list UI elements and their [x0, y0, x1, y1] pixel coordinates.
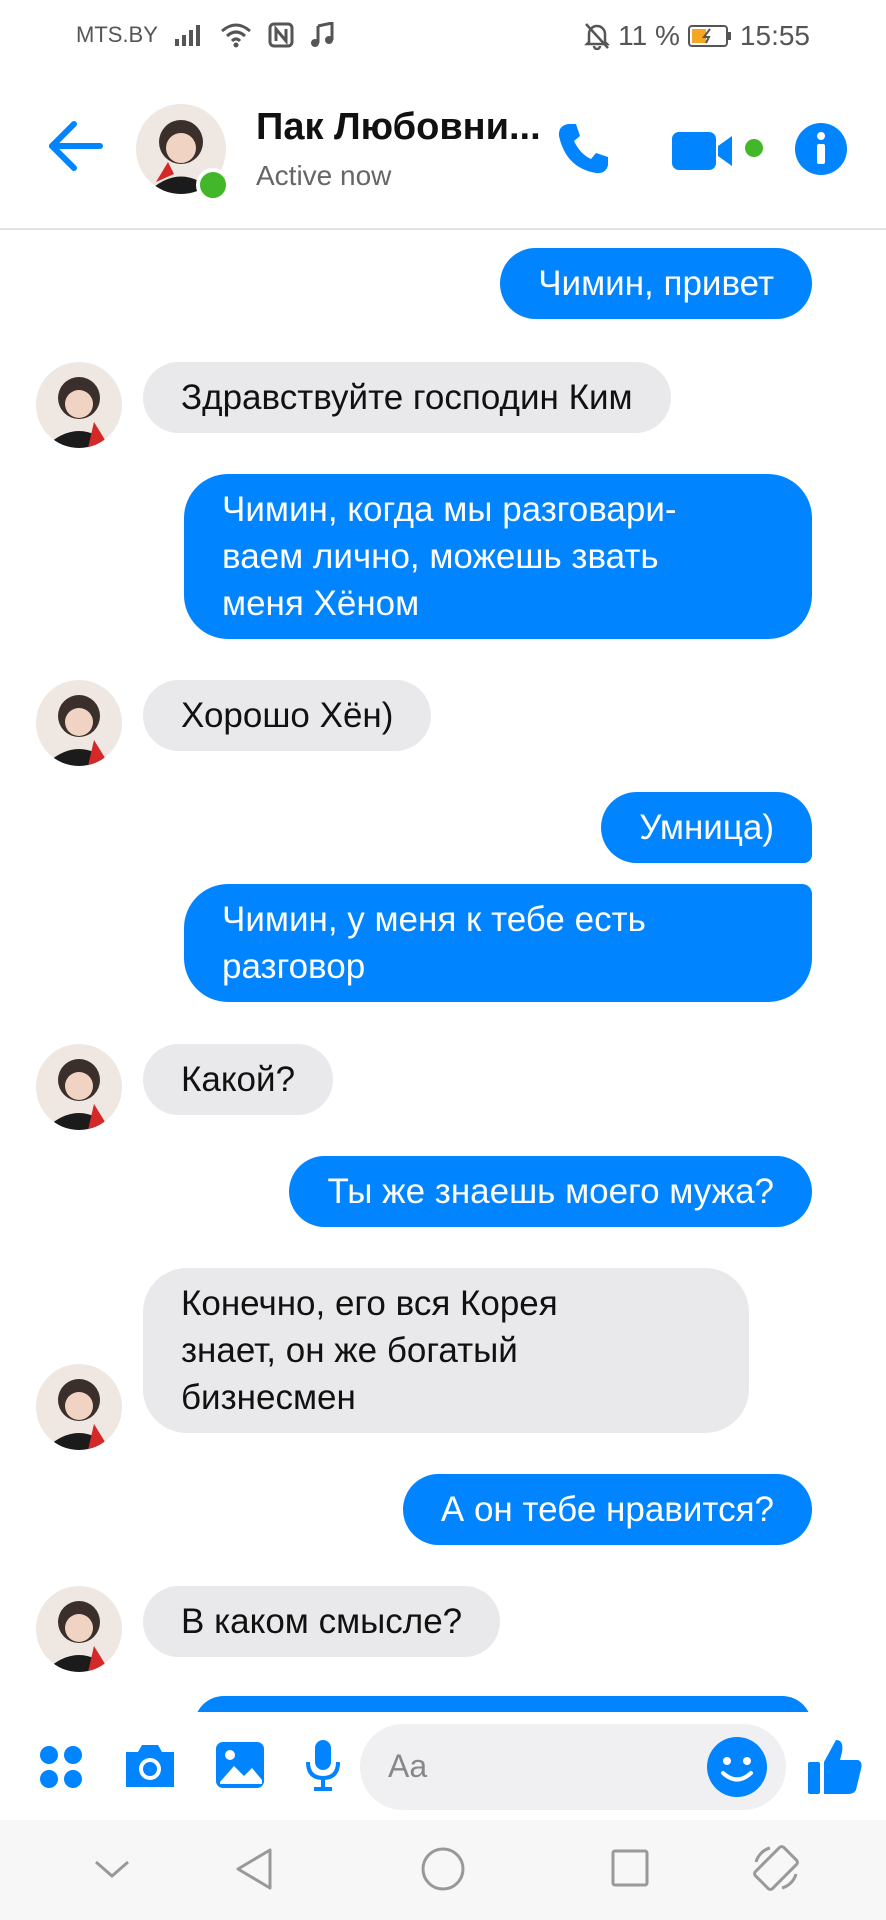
gallery-button[interactable]: [214, 1740, 266, 1795]
nfc-icon: [268, 22, 294, 48]
back-arrow-icon: [49, 121, 103, 171]
composer-bar: Aa: [0, 1712, 886, 1820]
profile-photo-icon: [36, 680, 122, 766]
message-outgoing[interactable]: Ты же знаешь моего мужа?: [289, 1156, 812, 1227]
message-incoming[interactable]: В каком смысле?: [143, 1586, 501, 1657]
wifi-icon: [220, 23, 251, 48]
message-input[interactable]: Aa: [360, 1724, 786, 1810]
message-outgoing[interactable]: А он тебе нравится?: [402, 1474, 812, 1545]
rotate-icon: [753, 1845, 799, 1891]
microphone-icon: [306, 1740, 340, 1791]
message-outgoing-partial[interactable]: [194, 1696, 812, 1712]
message-incoming[interactable]: Конечно, его вся Корея знает, он же бога…: [143, 1268, 749, 1433]
video-call-button[interactable]: [670, 128, 766, 179]
info-button[interactable]: [794, 122, 848, 181]
emoji-button[interactable]: [706, 1736, 768, 1803]
video-camera-icon: [672, 132, 763, 170]
conversation-header: Пак Любовни... Active now: [0, 70, 886, 230]
message-input-placeholder: Aa: [388, 1748, 428, 1784]
message-list[interactable]: Чимин, привет Здравствуйте господин Ким …: [0, 230, 886, 1712]
profile-photo-icon: [36, 362, 122, 448]
carrier-label: MTS.BY: [76, 22, 158, 47]
sender-avatar: [36, 1586, 122, 1672]
rotate-screen-button[interactable]: [750, 1842, 802, 1899]
music-icon: [310, 22, 334, 47]
voice-call-button[interactable]: [554, 120, 612, 183]
message-incoming[interactable]: Хорошо Хён): [143, 680, 432, 751]
battery-icon: [687, 25, 731, 47]
message-incoming[interactable]: Здравствуйте господин Ким: [143, 362, 671, 433]
contact-name[interactable]: Пак Любовни...: [256, 106, 541, 149]
sender-avatar: [36, 1044, 122, 1130]
sender-avatar: [36, 362, 122, 448]
battery-percent: 11 %: [618, 20, 680, 51]
bell-muted-icon: [584, 23, 611, 50]
thumbs-up-icon: [808, 1740, 862, 1794]
profile-photo-icon: [36, 1586, 122, 1672]
more-actions-button[interactable]: [38, 1744, 84, 1795]
image-icon: [216, 1742, 264, 1788]
nav-recents-button[interactable]: [610, 1848, 650, 1893]
system-navigation-bar: [0, 1820, 886, 1920]
phone-icon: [558, 124, 608, 174]
status-left: MTS.BY: [76, 22, 334, 48]
sender-avatar: [36, 680, 122, 766]
message-outgoing[interactable]: Умница): [601, 792, 812, 863]
sender-avatar: [36, 1364, 122, 1450]
back-button[interactable]: [48, 120, 104, 177]
status-right: 11 % 15:55: [584, 20, 810, 52]
nav-home-button[interactable]: [420, 1846, 466, 1897]
profile-photo-icon: [36, 1364, 122, 1450]
triangle-back-icon: [236, 1848, 272, 1890]
camera-icon: [126, 1745, 174, 1787]
message-incoming[interactable]: Какой?: [143, 1044, 334, 1115]
circle-home-icon: [421, 1847, 465, 1891]
message-outgoing[interactable]: Чимин, у меня к тебе есть разговор: [184, 884, 812, 1002]
smiley-icon: [707, 1737, 767, 1797]
info-icon: [795, 123, 847, 175]
square-recents-icon: [611, 1849, 649, 1887]
profile-photo-icon: [36, 1044, 122, 1130]
camera-button[interactable]: [122, 1742, 178, 1795]
like-button[interactable]: [806, 1736, 864, 1801]
chevron-down-icon: [95, 1860, 129, 1878]
status-bar: MTS.BY 11 % 15:55: [0, 0, 886, 70]
online-indicator: [196, 168, 230, 202]
message-outgoing[interactable]: Чимин, привет: [500, 248, 812, 319]
message-outgoing[interactable]: Чимин, когда мы разговари- ваем лично, м…: [184, 474, 812, 639]
voice-message-button[interactable]: [304, 1738, 342, 1797]
contact-status: Active now: [256, 160, 392, 191]
nav-collapse-button[interactable]: [92, 1858, 132, 1887]
clock: 15:55: [739, 20, 810, 51]
nav-back-button[interactable]: [234, 1846, 274, 1897]
signal-icon: [174, 25, 200, 46]
grid-dots-icon: [40, 1746, 82, 1788]
